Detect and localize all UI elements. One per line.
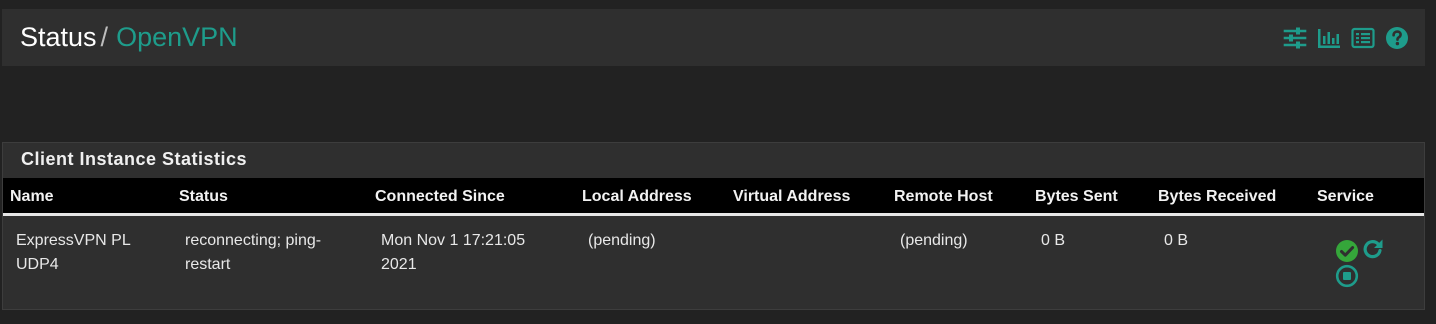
breadcrumb-separator: / [100,22,109,52]
help-icon[interactable] [1385,26,1409,50]
cell-bytes-received: 0 B [1164,232,1189,249]
list-icon[interactable] [1351,26,1375,50]
cell-remote-host: (pending) [900,232,968,249]
restart-icon[interactable] [1361,237,1385,261]
cell-connected-since: Mon Nov 1 17:21:05 2021 [381,232,526,273]
table-row: ExpressVPN PL UDP4 reconnecting; ping- r… [3,219,1424,309]
check-circle-icon[interactable] [1335,239,1359,263]
column-header-status: Status [179,188,228,205]
column-header-bytes-received: Bytes Received [1158,188,1277,205]
column-header-bytes-sent: Bytes Sent [1035,188,1118,205]
cell-name: ExpressVPN PL UDP4 [16,232,131,273]
breadcrumb-status-link[interactable]: Status [20,22,97,52]
column-header-virtual-address: Virtual Address [733,188,851,205]
column-header-name: Name [10,188,54,205]
table-header: Name Status Connected Since Local Addres… [3,178,1424,216]
sliders-icon[interactable] [1283,26,1307,50]
bar-chart-icon[interactable] [1317,26,1341,50]
cell-status: reconnecting; ping- restart [185,232,322,273]
column-header-connected-since: Connected Since [375,188,505,205]
breadcrumb-openvpn-link[interactable]: OpenVPN [116,22,238,52]
column-header-remote-host: Remote Host [894,188,993,205]
cell-bytes-sent: 0 B [1041,232,1066,249]
panel-title: Client Instance Statistics [21,149,248,169]
cell-service [1323,239,1383,291]
column-header-local-address: Local Address [582,188,692,205]
cell-local-address: (pending) [588,232,656,249]
page-header: Status / OpenVPN [2,9,1425,66]
header-icon-toolbar [1283,26,1409,50]
client-instance-statistics-panel: Client Instance Statistics Name Status C… [2,142,1425,310]
breadcrumb: Status / OpenVPN [20,21,238,53]
stop-circle-icon[interactable] [1335,264,1359,288]
column-header-service: Service [1317,188,1374,205]
